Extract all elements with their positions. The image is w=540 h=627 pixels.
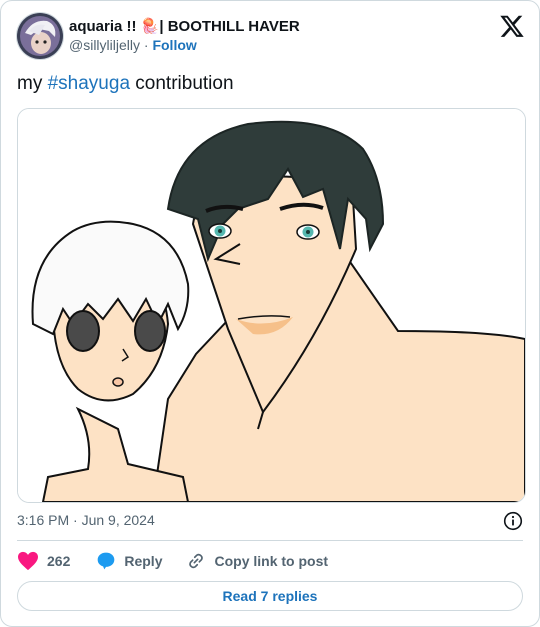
tweet-card: aquaria !! 🪼| BOOTHILL HAVER @sillylilje…: [0, 0, 540, 627]
user-handle[interactable]: @sillyliljelly: [69, 37, 140, 53]
read-replies-label: Read 7 replies: [222, 588, 318, 604]
like-button[interactable]: 262: [17, 551, 70, 571]
copy-link-button[interactable]: Copy link to post: [186, 551, 328, 571]
divider: [17, 540, 523, 541]
reply-button[interactable]: Reply: [96, 551, 162, 571]
info-icon[interactable]: [503, 511, 523, 531]
reply-bubble-icon: [98, 552, 115, 570]
handle-row: @sillyliljelly · Follow: [69, 37, 197, 53]
separator: ·: [143, 37, 149, 53]
copy-link-label: Copy link to post: [214, 553, 329, 569]
hashtag-link[interactable]: #shayuga: [48, 73, 130, 94]
timestamp[interactable]: 3:16 PM · Jun 9, 2024: [17, 512, 155, 528]
tweet-text-end: contribution: [130, 73, 234, 94]
action-bar: 262 Reply Copy link to post: [17, 550, 328, 572]
x-logo-icon[interactable]: [499, 13, 525, 39]
link-icon: [189, 553, 204, 569]
heart-icon: [18, 551, 38, 571]
display-name-row[interactable]: aquaria !! 🪼| BOOTHILL HAVER: [69, 17, 300, 35]
reply-label: Reply: [124, 553, 163, 569]
like-count: 262: [47, 553, 71, 569]
tweet-text: my #shayuga contribution: [17, 72, 234, 96]
avatar[interactable]: [16, 12, 64, 60]
display-name[interactable]: aquaria !! 🪼| BOOTHILL HAVER: [69, 17, 300, 35]
tweet-text-start: my: [17, 73, 48, 94]
follow-button[interactable]: Follow: [152, 37, 196, 53]
read-replies-button[interactable]: Read 7 replies: [17, 581, 523, 611]
tweet-image[interactable]: [17, 108, 526, 503]
